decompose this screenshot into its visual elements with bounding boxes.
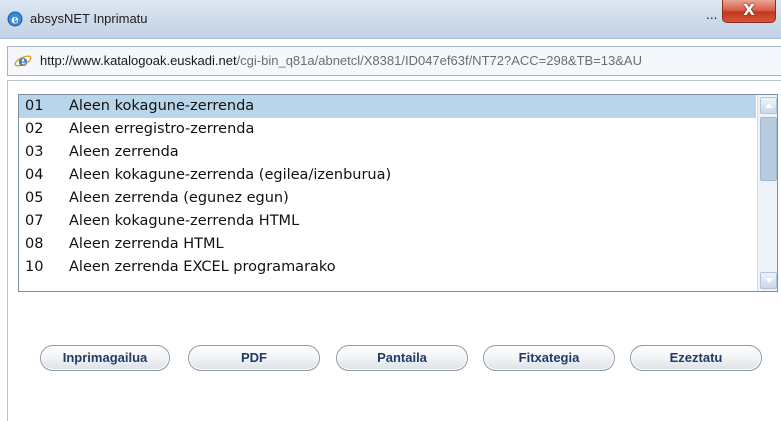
list-item[interactable]: 05 Aleen zerrenda (egunez egun) bbox=[19, 187, 756, 210]
address-url: http://www.katalogoak.euskadi.net/cgi-bi… bbox=[40, 53, 642, 68]
internet-explorer-icon: e bbox=[14, 52, 32, 70]
listbox-scrollbar[interactable] bbox=[757, 95, 777, 291]
list-item[interactable]: 03 Aleen zerrenda bbox=[19, 141, 756, 164]
address-host: http://www.katalogoak.euskadi.net bbox=[40, 53, 237, 68]
list-item-label: Aleen zerrenda HTML bbox=[69, 236, 224, 252]
list-item-label: Aleen zerrenda EXCEL programarako bbox=[69, 259, 336, 275]
list-item-label: Aleen erregistro-zerrenda bbox=[69, 121, 255, 137]
content-frame-left bbox=[7, 80, 8, 421]
arrow-down-icon bbox=[765, 278, 773, 283]
printer-button[interactable]: Inprimagailua bbox=[40, 345, 170, 371]
title-bar[interactable]: e absysNET Inprimatu ... X bbox=[0, 0, 781, 39]
list-item-number: 02 bbox=[25, 121, 44, 137]
list-item[interactable]: 10 Aleen zerrenda EXCEL programarako bbox=[19, 256, 756, 279]
list-item-number: 03 bbox=[25, 144, 44, 160]
minimize-button[interactable]: ... bbox=[706, 8, 717, 22]
list-item[interactable]: 07 Aleen kokagune-zerrenda HTML bbox=[19, 210, 756, 233]
scroll-down-button[interactable] bbox=[760, 272, 777, 289]
list-item-label: Aleen zerrenda bbox=[69, 144, 179, 160]
list-item-number: 01 bbox=[25, 98, 44, 114]
pdf-button[interactable]: PDF bbox=[188, 345, 320, 371]
list-item-number: 08 bbox=[25, 236, 44, 252]
list-item[interactable]: 01 Aleen kokagune-zerrenda bbox=[19, 95, 756, 118]
list-item-label: Aleen kokagune-zerrenda HTML bbox=[69, 213, 300, 229]
close-button[interactable]: X bbox=[722, 0, 776, 23]
scroll-up-button[interactable] bbox=[760, 97, 777, 114]
list-item-number: 07 bbox=[25, 213, 44, 229]
screen-button[interactable]: Pantaila bbox=[336, 345, 468, 371]
svg-text:e: e bbox=[18, 52, 28, 70]
list-item-label: Aleen kokagune-zerrenda (egilea/izenburu… bbox=[69, 167, 392, 183]
close-icon: X bbox=[743, 1, 755, 19]
list-item-number: 04 bbox=[25, 167, 44, 183]
cancel-button[interactable]: Ezeztatu bbox=[630, 345, 762, 371]
address-bar[interactable]: e http://www.katalogoak.euskadi.net/cgi-… bbox=[7, 46, 781, 76]
list-item-number: 05 bbox=[25, 190, 44, 206]
internet-explorer-icon: e bbox=[7, 11, 23, 27]
svg-text:e: e bbox=[11, 13, 19, 27]
file-button[interactable]: Fitxategia bbox=[483, 345, 615, 371]
list-item-label: Aleen zerrenda (egunez egun) bbox=[69, 190, 289, 206]
content-frame-top bbox=[7, 80, 781, 81]
list-item-label: Aleen kokagune-zerrenda bbox=[69, 98, 255, 114]
print-dialog-window: e absysNET Inprimatu ... X e http://www.… bbox=[0, 0, 781, 421]
list-item[interactable]: 04 Aleen kokagune-zerrenda (egilea/izenbu… bbox=[19, 164, 756, 187]
window-title: absysNET Inprimatu bbox=[30, 11, 148, 26]
report-type-listbox[interactable]: 01 Aleen kokagune-zerrenda 02 Aleen erregis… bbox=[18, 94, 778, 292]
arrow-up-icon bbox=[765, 103, 773, 108]
list-item[interactable]: 02 Aleen erregistro-zerrenda bbox=[19, 118, 756, 141]
report-type-list: 01 Aleen kokagune-zerrenda 02 Aleen erregis… bbox=[19, 95, 756, 279]
address-path: /cgi-bin_q81a/abnetcl/X8381/ID047ef63f/N… bbox=[236, 53, 642, 68]
list-item[interactable]: 08 Aleen zerrenda HTML bbox=[19, 233, 756, 256]
list-item-number: 10 bbox=[25, 259, 44, 275]
scroll-thumb[interactable] bbox=[760, 117, 777, 181]
